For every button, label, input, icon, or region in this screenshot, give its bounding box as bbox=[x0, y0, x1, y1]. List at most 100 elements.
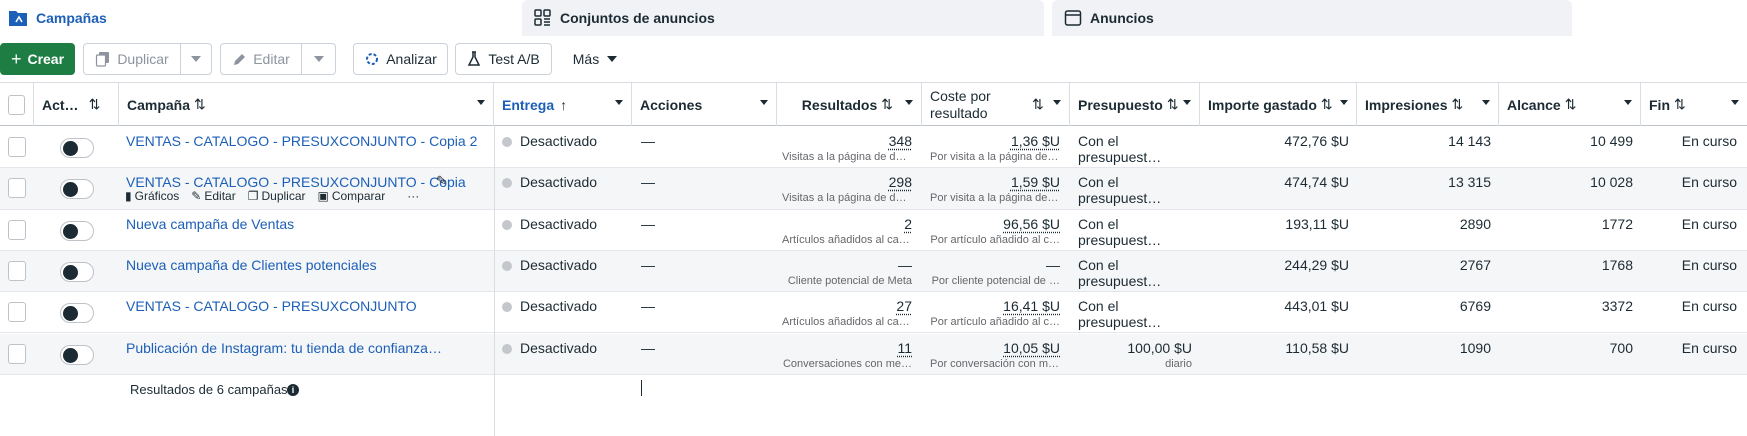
active-toggle[interactable] bbox=[59, 138, 94, 158]
tab-campaigns[interactable]: Campañas bbox=[0, 0, 520, 36]
edit-dropdown[interactable] bbox=[301, 43, 336, 75]
results-subtitle: Visitas a la página de de… bbox=[782, 151, 912, 163]
duplicate-label: Duplicar bbox=[117, 51, 169, 67]
ab-test-button[interactable]: Test A/B bbox=[455, 43, 552, 75]
tab-adsets[interactable]: Conjuntos de anuncios bbox=[522, 0, 1044, 36]
active-toggle[interactable] bbox=[59, 179, 94, 200]
chevron-down-icon[interactable] bbox=[1053, 100, 1061, 105]
impressions-cell: 6769 bbox=[1357, 292, 1499, 333]
duplicate-action[interactable]: ❐ Duplicar bbox=[248, 189, 306, 203]
charts-action[interactable]: ▮ Gráficos bbox=[125, 189, 179, 203]
spent-value: 193,11 $U bbox=[1285, 215, 1349, 232]
campaign-name-link[interactable]: VENTAS - CATALOGO - PRESUXCONJUNTO bbox=[126, 298, 417, 314]
results-cell: 27 Artículos añadidos al car… bbox=[777, 292, 922, 333]
chevron-down-icon[interactable] bbox=[1482, 100, 1490, 105]
chevron-down-icon[interactable] bbox=[1340, 100, 1348, 105]
table-row[interactable]: Nueva campaña de Ventas Desactivado — 2 … bbox=[0, 210, 1747, 251]
budget-subtitle: diario bbox=[1165, 357, 1192, 370]
row-checkbox[interactable] bbox=[8, 260, 26, 281]
analyze-button[interactable]: Analizar bbox=[353, 43, 448, 75]
active-toggle[interactable] bbox=[59, 344, 94, 365]
info-icon[interactable]: i bbox=[287, 384, 299, 396]
impressions-value: 1090 bbox=[1459, 339, 1491, 356]
col-cost[interactable]: Coste por resultado ⇅ bbox=[922, 83, 1070, 126]
cost-value[interactable]: 10,05 $U bbox=[1003, 340, 1060, 356]
create-label: Crear bbox=[27, 51, 65, 67]
results-value[interactable]: — bbox=[898, 257, 912, 273]
results-value[interactable]: 11 bbox=[897, 340, 912, 356]
spent-value: 472,76 $U bbox=[1284, 133, 1349, 149]
table-row[interactable]: VENTAS - CATALOGO - PRESUXCONJUNTO - Cop… bbox=[0, 168, 1747, 210]
table-row[interactable]: Publicación de Instagram: tu tienda de c… bbox=[0, 333, 1747, 375]
chevron-down-icon[interactable] bbox=[1624, 100, 1632, 105]
chevron-down-icon[interactable] bbox=[477, 100, 485, 105]
status-dot-icon bbox=[502, 137, 512, 147]
duplicate-icon bbox=[96, 52, 110, 67]
active-toggle[interactable] bbox=[59, 220, 94, 241]
row-checkbox[interactable] bbox=[8, 178, 26, 199]
edit-action[interactable]: ✎ Editar bbox=[191, 189, 235, 203]
row-checkbox[interactable] bbox=[8, 137, 26, 157]
campaign-name-link[interactable]: Nueva campaña de Clientes potenciales bbox=[126, 257, 377, 273]
col-results[interactable]: Resultados ⇅ bbox=[777, 83, 922, 126]
col-active[interactable]: Act… ⇅ bbox=[34, 83, 119, 126]
table-row[interactable]: Nueva campaña de Clientes potenciales De… bbox=[0, 250, 1747, 293]
more-button[interactable]: Más bbox=[565, 43, 625, 75]
chevron-down-icon[interactable] bbox=[615, 100, 623, 105]
cost-value[interactable]: 96,56 $U bbox=[1003, 216, 1060, 232]
edit-button[interactable]: Editar bbox=[220, 43, 302, 75]
table-row[interactable]: VENTAS - CATALOGO - PRESUXCONJUNTO - Cop… bbox=[0, 127, 1747, 169]
col-delivery[interactable]: Entrega ↑ bbox=[494, 83, 632, 126]
cost-value[interactable]: 16,41 $U bbox=[1003, 298, 1060, 314]
table-row[interactable]: VENTAS - CATALOGO - PRESUXCONJUNTO Desac… bbox=[0, 292, 1747, 334]
results-value[interactable]: 348 bbox=[889, 133, 912, 149]
reach-cell: 3372 bbox=[1499, 292, 1641, 333]
col-active-label: Act… bbox=[42, 96, 79, 113]
campaign-name-link[interactable]: VENTAS - CATALOGO - PRESUXCONJUNTO - Cop… bbox=[126, 174, 466, 190]
col-budget[interactable]: Presupuesto ⇅ bbox=[1070, 83, 1200, 126]
row-checkbox[interactable] bbox=[8, 343, 26, 364]
col-impressions[interactable]: Impresiones ⇅ bbox=[1357, 83, 1499, 126]
spent-cell: 110,58 $U bbox=[1200, 334, 1357, 375]
delivery-cell: Desactivado bbox=[494, 127, 632, 168]
toggle-knob bbox=[62, 141, 78, 156]
end-cell: En curso bbox=[1641, 210, 1747, 251]
chevron-down-icon[interactable] bbox=[1183, 100, 1191, 105]
campaign-name-link[interactable]: VENTAS - CATALOGO - PRESUXCONJUNTO - Cop… bbox=[126, 133, 477, 149]
more-actions-button[interactable]: ··· bbox=[407, 189, 419, 203]
cost-value[interactable]: 1,36 $U bbox=[1011, 133, 1060, 149]
cost-value[interactable]: 1,59 $U bbox=[1011, 174, 1060, 190]
budget-cell: 100,00 $U diario bbox=[1070, 334, 1200, 375]
actions-value: — bbox=[641, 256, 655, 273]
cost-value[interactable]: — bbox=[1046, 257, 1060, 273]
compare-action[interactable]: ▣ Comparar bbox=[318, 189, 386, 203]
col-end[interactable]: Fin ⇅ bbox=[1641, 83, 1747, 126]
col-actions[interactable]: Acciones bbox=[632, 83, 777, 126]
duplicate-dropdown[interactable] bbox=[180, 43, 212, 75]
col-spent[interactable]: Importe gastado ⇅ bbox=[1200, 83, 1357, 126]
chevron-down-icon[interactable] bbox=[905, 100, 913, 105]
end-cell: En curso bbox=[1641, 292, 1747, 333]
duplicate-button[interactable]: Duplicar bbox=[83, 43, 181, 75]
col-reach[interactable]: Alcance ⇅ bbox=[1499, 83, 1641, 126]
campaign-name-link[interactable]: Publicación de Instagram: tu tienda de c… bbox=[126, 340, 442, 356]
chevron-down-icon[interactable] bbox=[1731, 100, 1739, 105]
delivery-cell: Desactivado bbox=[494, 334, 632, 375]
rename-pencil-icon[interactable]: ✎ bbox=[436, 173, 447, 189]
results-value[interactable]: 27 bbox=[896, 298, 912, 314]
col-campaign[interactable]: Campaña ⇅ bbox=[119, 83, 494, 126]
campaign-name-link[interactable]: Nueva campaña de Ventas bbox=[126, 216, 294, 232]
create-button[interactable]: + Crear bbox=[0, 43, 75, 75]
row-checkbox[interactable] bbox=[8, 219, 26, 240]
select-all-checkbox[interactable] bbox=[8, 94, 25, 115]
row-checkbox[interactable] bbox=[8, 302, 26, 323]
results-value[interactable]: 298 bbox=[889, 174, 912, 190]
impressions-cell: 13 315 bbox=[1357, 168, 1499, 209]
spent-cell: 472,76 $U bbox=[1200, 127, 1357, 168]
chevron-down-icon[interactable] bbox=[760, 100, 768, 105]
campaign-cell: VENTAS - CATALOGO - PRESUXCONJUNTO - Cop… bbox=[119, 127, 494, 168]
tab-ads[interactable]: Anuncios bbox=[1052, 0, 1572, 36]
active-toggle[interactable] bbox=[59, 303, 94, 324]
active-toggle[interactable] bbox=[59, 261, 94, 282]
results-value[interactable]: 2 bbox=[904, 216, 912, 232]
